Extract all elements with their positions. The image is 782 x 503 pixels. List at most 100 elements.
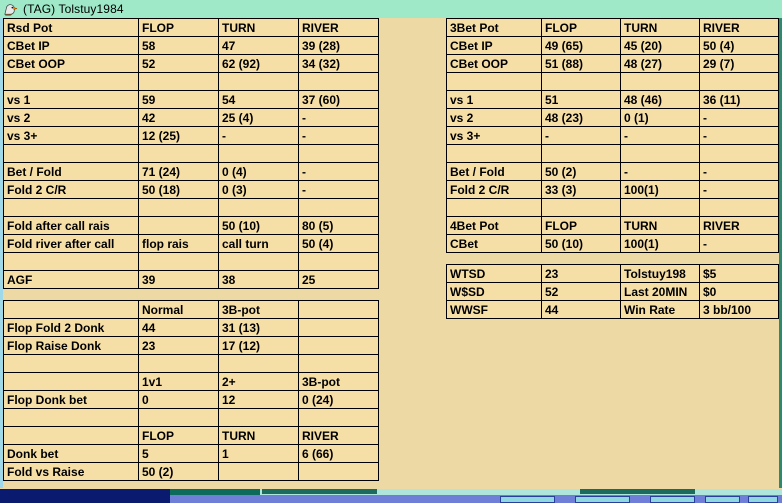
cell-foldaftercall-turn: 50 (10) <box>218 216 299 235</box>
cell-cbet-oop-flop: 51 (88) <box>541 54 621 73</box>
cell-vs1-turn: 54 <box>218 90 299 109</box>
row-label-bet-fold: Bet / Fold <box>3 162 139 181</box>
spacer-cell <box>3 426 139 445</box>
taskbar-button[interactable] <box>650 496 695 503</box>
cell-foldvsraise-turn <box>218 462 299 481</box>
table-header-row: 4Bet Pot FLOP TURN RIVER <box>446 216 779 235</box>
table-spacer-row <box>446 198 779 217</box>
table-row: Flop Donk bet 0 12 0 (24) <box>3 390 379 409</box>
window-title: (TAG) Tolstuy1984 <box>23 2 124 16</box>
row-label-fold-2-cr: Fold 2 C/R <box>3 180 139 199</box>
eagle-head-icon <box>3 1 18 17</box>
header-turn: TURN <box>620 18 700 37</box>
table-row: CBet OOP 51 (88) 48 (27) 29 (7) <box>446 54 779 73</box>
table-row: W$SD 52 Last 20MIN $0 <box>446 282 779 301</box>
raised-pot-table: Rsd Pot FLOP TURN RIVER CBet IP 58 47 39… <box>3 18 379 289</box>
cell-betfold-turn: - <box>620 162 700 181</box>
cell-cbet-ip-river: 39 (28) <box>298 36 379 55</box>
table-gap <box>3 289 379 300</box>
table-header-row: 3Bet Pot FLOP TURN RIVER <box>446 18 779 37</box>
cell-vs1-flop: 51 <box>541 90 621 109</box>
table-header-row: 1v1 2+ 3B-pot <box>3 372 379 391</box>
spacer-cell <box>620 144 700 163</box>
row-label-flop-raise-donk: Flop Raise Donk <box>3 336 139 355</box>
cell-flopraisedonk-3bpot: 17 (12) <box>218 336 299 355</box>
cell-player-name: Tolstuy198 <box>620 264 700 283</box>
table-row: CBet OOP 52 62 (92) 34 (32) <box>3 54 379 73</box>
cell-cbet4bet-turn: 100(1) <box>620 234 700 253</box>
table-row: Fold river after call flop rais call tur… <box>3 234 379 253</box>
table-header-row: FLOP TURN RIVER <box>3 426 379 445</box>
header-river: RIVER <box>699 18 779 37</box>
donk-stats-table: Normal 3B-pot Flop Fold 2 Donk 44 31 (13… <box>3 300 379 481</box>
cell-wsd-value: 52 <box>541 282 621 301</box>
header-turn-2: TURN <box>218 426 299 445</box>
spacer-cell <box>3 354 139 373</box>
cell-flopdonkbet-2plus: 12 <box>218 390 299 409</box>
showdown-stats-table: WTSD 23 Tolstuy198 $5 W$SD 52 Last 20MIN… <box>446 264 779 319</box>
cell-fold2cr-river: - <box>699 180 779 199</box>
row-label-vs-1: vs 1 <box>3 90 139 109</box>
header-title-rsd-pot: Rsd Pot <box>3 18 139 37</box>
cell-foldvsraise-flop: 50 (2) <box>138 462 219 481</box>
cell-cbet-ip-turn: 47 <box>218 36 299 55</box>
row-label-cbet-4bet: CBet <box>446 234 542 253</box>
cell-betfold-flop: 50 (2) <box>541 162 621 181</box>
table-row: Fold 2 C/R 50 (18) 0 (3) - <box>3 180 379 199</box>
cell-flopfold2donk-3bpot: 31 (13) <box>218 318 299 337</box>
taskbar-button[interactable] <box>705 496 740 503</box>
spacer-cell <box>298 408 379 427</box>
spacer-cell <box>298 198 379 217</box>
spacer-cell <box>3 300 139 319</box>
header-flop: FLOP <box>541 18 621 37</box>
table-row: Donk bet 5 1 6 (66) <box>3 444 379 463</box>
cell-betfold-turn: 0 (4) <box>218 162 299 181</box>
taskbar-button[interactable] <box>748 496 778 503</box>
header-river-4bet: RIVER <box>699 216 779 235</box>
row-label-fold-2-cr: Fold 2 C/R <box>446 180 542 199</box>
table-header-row: Rsd Pot FLOP TURN RIVER <box>3 18 379 37</box>
table-row: vs 1 51 48 (46) 36 (11) <box>446 90 779 109</box>
row-label-vs-1: vs 1 <box>446 90 542 109</box>
table-row: Fold after call rais 50 (10) 80 (5) <box>3 216 379 235</box>
header-river: RIVER <box>298 18 379 37</box>
spacer-cell <box>298 354 379 373</box>
table-spacer-row <box>446 144 779 163</box>
row-label-cbet-ip: CBet IP <box>446 36 542 55</box>
header-normal: Normal <box>138 300 219 319</box>
cell-last-20min-amount: $0 <box>699 282 779 301</box>
spacer-cell <box>138 252 219 271</box>
spacer-cell <box>541 72 621 91</box>
row-label-vs-3plus: vs 3+ <box>446 126 542 145</box>
header-title-3bet-pot: 3Bet Pot <box>446 18 542 37</box>
cell-vs3-turn: - <box>218 126 299 145</box>
header-turn-4bet: TURN <box>620 216 700 235</box>
spacer-cell <box>218 198 299 217</box>
table-row: AGF 39 38 25 <box>3 270 379 289</box>
cell-cbet-oop-flop: 52 <box>138 54 219 73</box>
taskbar-button[interactable] <box>500 496 555 503</box>
table-row: Flop Fold 2 Donk 44 31 (13) <box>3 318 379 337</box>
spacer-cell <box>446 198 542 217</box>
cell-donkbet-river: 6 (66) <box>298 444 379 463</box>
spacer-cell <box>298 144 379 163</box>
row-label-vs-3plus: vs 3+ <box>3 126 139 145</box>
spacer-cell <box>3 144 139 163</box>
header-3b-pot: 3B-pot <box>218 300 299 319</box>
cell-vs2-turn: 0 (1) <box>620 108 700 127</box>
cell-vs3-flop: - <box>541 126 621 145</box>
cell-cbet-ip-flop: 58 <box>138 36 219 55</box>
header-flop-4bet: FLOP <box>541 216 621 235</box>
table-spacer-row <box>3 408 379 427</box>
three-bet-pot-table: 3Bet Pot FLOP TURN RIVER CBet IP 49 (65)… <box>446 18 779 253</box>
cell-foldaftercall-river: 80 (5) <box>298 216 379 235</box>
table-row: CBet 50 (10) 100(1) - <box>446 234 779 253</box>
cell-vs1-river: 36 (11) <box>699 90 779 109</box>
table-row: CBet IP 58 47 39 (28) <box>3 36 379 55</box>
table-spacer-row <box>3 198 379 217</box>
taskbar-button[interactable] <box>575 496 630 503</box>
taskbar-strip[interactable] <box>0 489 782 503</box>
row-label-flop-donk-bet: Flop Donk bet <box>3 390 139 409</box>
spacer-cell <box>3 252 139 271</box>
header-3b-pot-2: 3B-pot <box>298 372 379 391</box>
